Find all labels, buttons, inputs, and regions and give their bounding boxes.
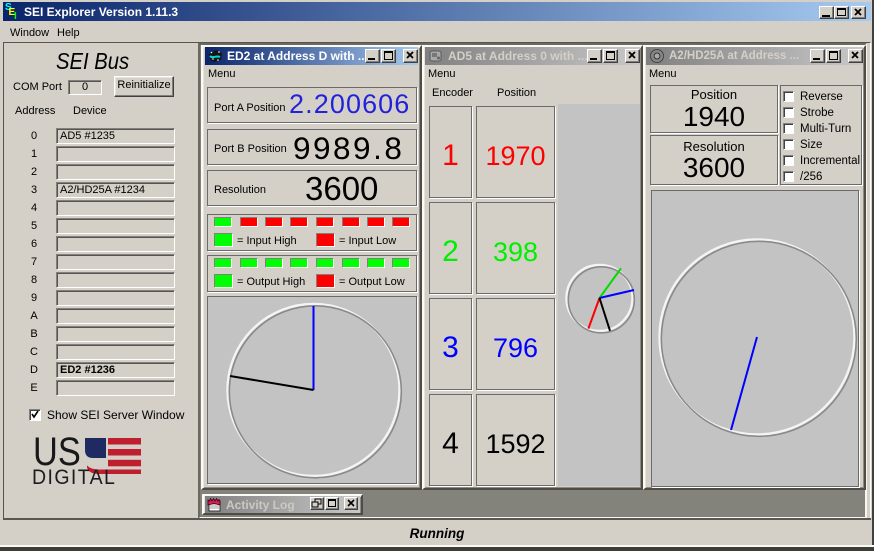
svg-text:I: I [14,11,17,20]
